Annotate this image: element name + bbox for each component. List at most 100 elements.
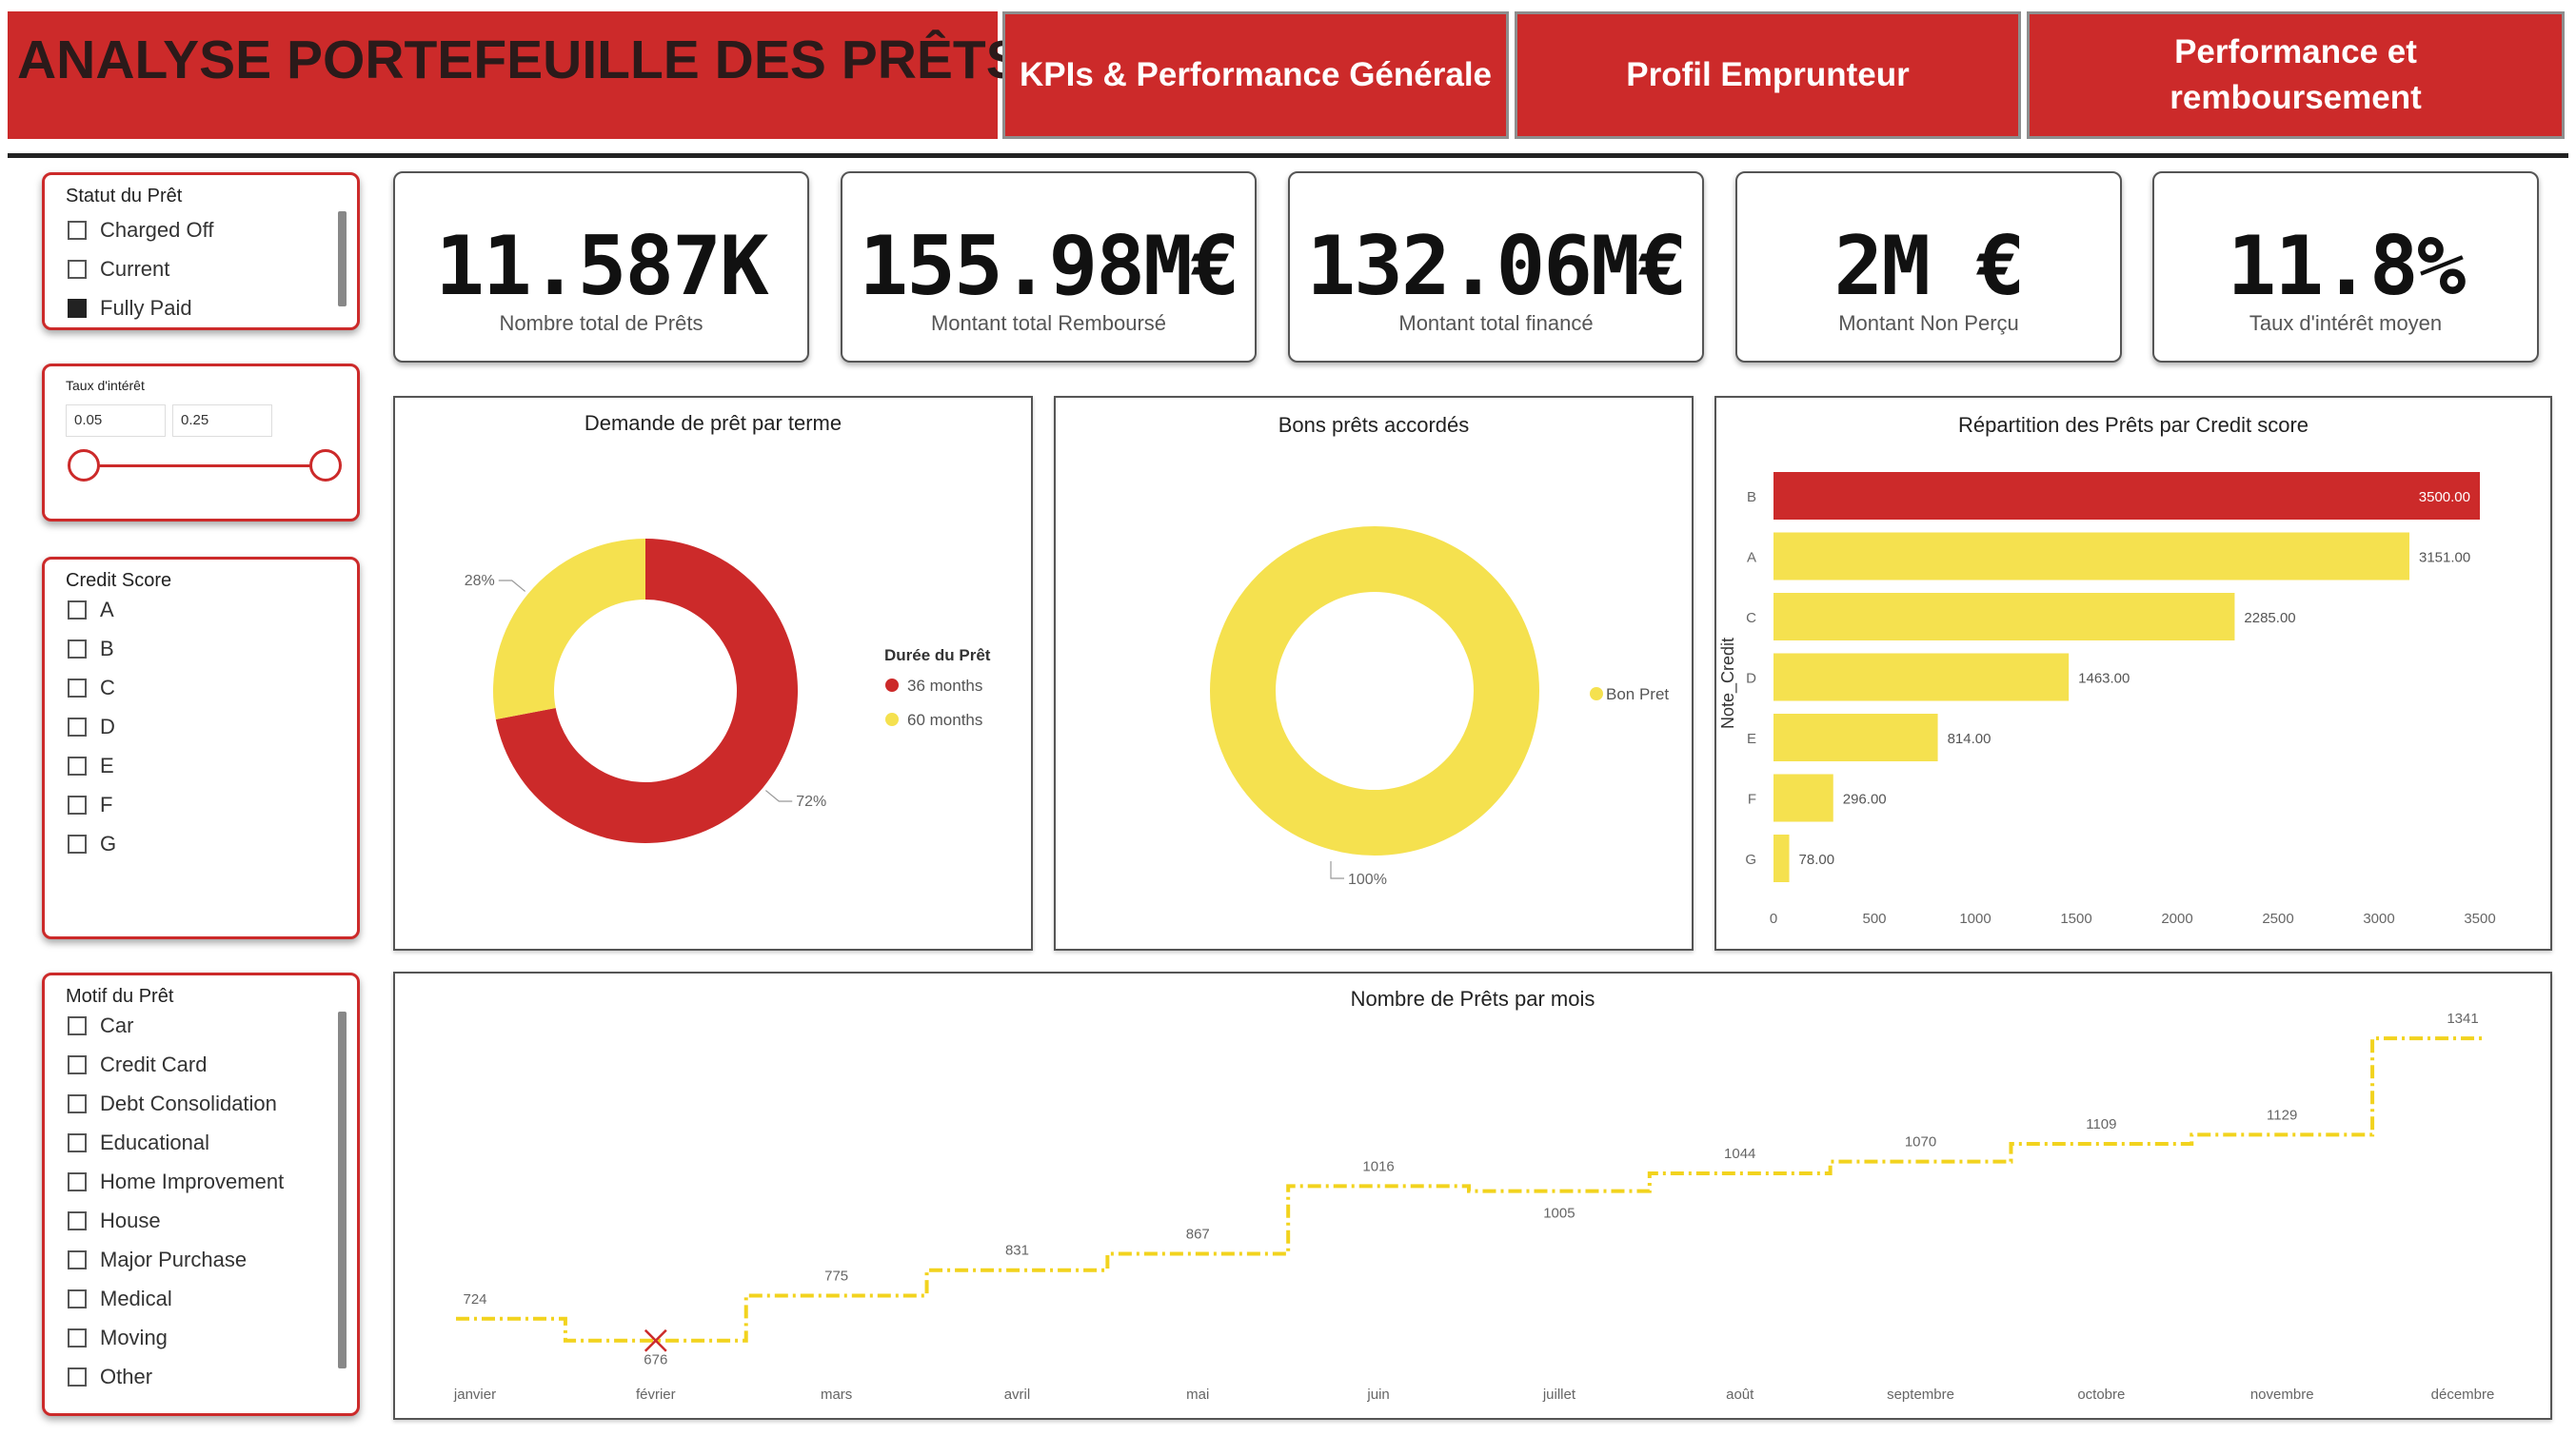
bar-E[interactable] bbox=[1773, 714, 1938, 761]
scrollbar[interactable] bbox=[338, 211, 347, 306]
checkbox-box[interactable] bbox=[68, 1211, 87, 1230]
x-tick-label: 0 bbox=[1770, 911, 1777, 927]
point-value-label: 1044 bbox=[1724, 1146, 1755, 1162]
range-handle-max[interactable] bbox=[309, 449, 342, 482]
checkbox-credit-f[interactable]: F bbox=[68, 793, 112, 817]
checkbox-motif-debt-consolidation[interactable]: Debt Consolidation bbox=[68, 1092, 277, 1116]
checkbox-charged-off[interactable]: Charged Off bbox=[68, 218, 213, 243]
checkbox-motif-car[interactable]: Car bbox=[68, 1013, 133, 1038]
legend-label: 60 months bbox=[907, 711, 982, 729]
checkbox-credit-g[interactable]: G bbox=[68, 832, 116, 856]
point-value-label: 775 bbox=[824, 1268, 848, 1284]
x-tick-label: août bbox=[1726, 1387, 1754, 1403]
checkbox-label: Car bbox=[100, 1013, 134, 1037]
nav-button-kpis[interactable]: KPIs & Performance Générale bbox=[1002, 11, 1509, 139]
checkbox-credit-d[interactable]: D bbox=[68, 715, 115, 739]
x-tick-label: 2500 bbox=[2262, 911, 2293, 927]
checkbox-motif-medical[interactable]: Medical bbox=[68, 1287, 172, 1311]
checkbox-credit-c[interactable]: C bbox=[68, 676, 115, 700]
checkbox-box[interactable] bbox=[68, 600, 87, 620]
checkbox-label: Major Purchase bbox=[100, 1248, 248, 1271]
point-value-label: 867 bbox=[1186, 1227, 1210, 1243]
bar-value-label: 3500.00 bbox=[2419, 489, 2470, 505]
x-tick-label: mars bbox=[821, 1387, 852, 1403]
bar-F[interactable] bbox=[1773, 774, 1833, 822]
checkbox-box[interactable] bbox=[68, 1250, 87, 1269]
checkbox-box[interactable] bbox=[68, 221, 87, 240]
slice-leader-line bbox=[1330, 861, 1344, 879]
monthly-step-line[interactable] bbox=[456, 1036, 2482, 1343]
checkbox-box[interactable] bbox=[68, 1289, 87, 1308]
donut-slice-60-months[interactable] bbox=[493, 539, 645, 719]
checkbox-box[interactable] bbox=[68, 1328, 87, 1348]
scrollbar[interactable] bbox=[338, 1012, 347, 1368]
checkbox-box[interactable] bbox=[68, 679, 87, 698]
range-max-input[interactable]: 0.25 bbox=[172, 404, 272, 437]
checkbox-motif-moving[interactable]: Moving bbox=[68, 1326, 168, 1350]
slice-value-label: 72% bbox=[796, 794, 826, 810]
checkbox-box[interactable] bbox=[68, 1094, 87, 1113]
checkbox-motif-home-improvement[interactable]: Home Improvement bbox=[68, 1170, 284, 1194]
category-label: C bbox=[1746, 610, 1756, 626]
checkbox-box[interactable] bbox=[68, 718, 87, 737]
checkbox-credit-b[interactable]: B bbox=[68, 637, 114, 661]
header-separator bbox=[8, 153, 2568, 158]
checkbox-fully-paid[interactable]: Fully Paid bbox=[68, 296, 192, 321]
x-tick-label: septembre bbox=[1887, 1387, 1954, 1403]
filter-title: Motif du Prêt bbox=[66, 986, 174, 1007]
bar-B[interactable] bbox=[1773, 472, 2480, 520]
checkbox-motif-educational[interactable]: Educational bbox=[68, 1131, 209, 1155]
checkbox-box[interactable] bbox=[68, 835, 87, 854]
filter-taux: Taux d'intérêt 0.05 0.25 bbox=[42, 364, 360, 521]
checkbox-credit-a[interactable]: A bbox=[68, 598, 114, 622]
bar-C[interactable] bbox=[1773, 593, 2235, 640]
checkbox-label: Debt Consolidation bbox=[100, 1092, 277, 1115]
slice-leader-line bbox=[498, 580, 526, 592]
point-value-label: 1341 bbox=[2447, 1011, 2478, 1027]
checkbox-motif-credit-card[interactable]: Credit Card bbox=[68, 1053, 207, 1077]
kpi-value: 2M € bbox=[1833, 219, 2025, 314]
bar-A[interactable] bbox=[1773, 532, 2410, 580]
checkbox-box[interactable] bbox=[68, 299, 87, 318]
checkbox-label: B bbox=[100, 637, 114, 660]
checkbox-motif-other[interactable]: Other bbox=[68, 1365, 152, 1389]
filter-title: Credit Score bbox=[66, 570, 172, 591]
checkbox-label: G bbox=[100, 832, 117, 856]
slice-value-label: 28% bbox=[465, 573, 495, 589]
bar-G[interactable] bbox=[1773, 835, 1790, 882]
donut-slice-bon-pret[interactable] bbox=[1210, 526, 1539, 856]
kpi-value: 132.06M€ bbox=[1306, 219, 1687, 314]
filter-motif: Motif du Prêt Car Credit Card Debt Consoli… bbox=[42, 973, 360, 1416]
checkbox-box[interactable] bbox=[68, 1172, 87, 1191]
nav-button-profil[interactable]: Profil Emprunteur bbox=[1515, 11, 2021, 139]
checkbox-box[interactable] bbox=[68, 1367, 87, 1387]
checkbox-box[interactable] bbox=[68, 1055, 87, 1074]
x-tick-label: 3500 bbox=[2464, 911, 2495, 927]
bar-D[interactable] bbox=[1773, 653, 2070, 701]
checkbox-credit-e[interactable]: E bbox=[68, 754, 114, 778]
x-tick-label: 500 bbox=[1862, 911, 1886, 927]
checkbox-motif-house[interactable]: House bbox=[68, 1209, 161, 1233]
nav-button-label: Performance et remboursement bbox=[2170, 33, 2422, 116]
checkbox-label: Charged Off bbox=[100, 218, 214, 242]
kpi-label: Taux d'intérêt moyen bbox=[2249, 311, 2443, 335]
x-tick-label: 1500 bbox=[2060, 911, 2091, 927]
chart-card-bons-prets: Bons prêts accordés 100% Bon Pret bbox=[1054, 396, 1694, 951]
range-min-input[interactable]: 0.05 bbox=[66, 404, 166, 437]
nav-button-label: Profil Emprunteur bbox=[1626, 56, 1910, 93]
nav-button-performance[interactable]: Performance et remboursement bbox=[2027, 11, 2565, 139]
legend-title: Durée du Prêt bbox=[884, 646, 991, 664]
checkbox-current[interactable]: Current bbox=[68, 257, 169, 282]
checkbox-box[interactable] bbox=[68, 639, 87, 659]
checkbox-box[interactable] bbox=[68, 260, 87, 279]
line-chart-monthly: 724 janvier 676 février 775 mars 831 avril 867 ma… bbox=[453, 1011, 2494, 1403]
checkbox-box[interactable] bbox=[68, 796, 87, 815]
checkbox-box[interactable] bbox=[68, 1016, 87, 1035]
point-value-label: 1129 bbox=[2267, 1107, 2297, 1123]
range-handle-min[interactable] bbox=[68, 449, 100, 482]
checkbox-motif-major-purchase[interactable]: Major Purchase bbox=[68, 1248, 247, 1272]
filter-statut: Statut du Prêt Charged Off Current Fully… bbox=[42, 172, 360, 330]
point-value-label: 1005 bbox=[1543, 1206, 1575, 1222]
checkbox-box[interactable] bbox=[68, 1133, 87, 1152]
checkbox-box[interactable] bbox=[68, 757, 87, 776]
